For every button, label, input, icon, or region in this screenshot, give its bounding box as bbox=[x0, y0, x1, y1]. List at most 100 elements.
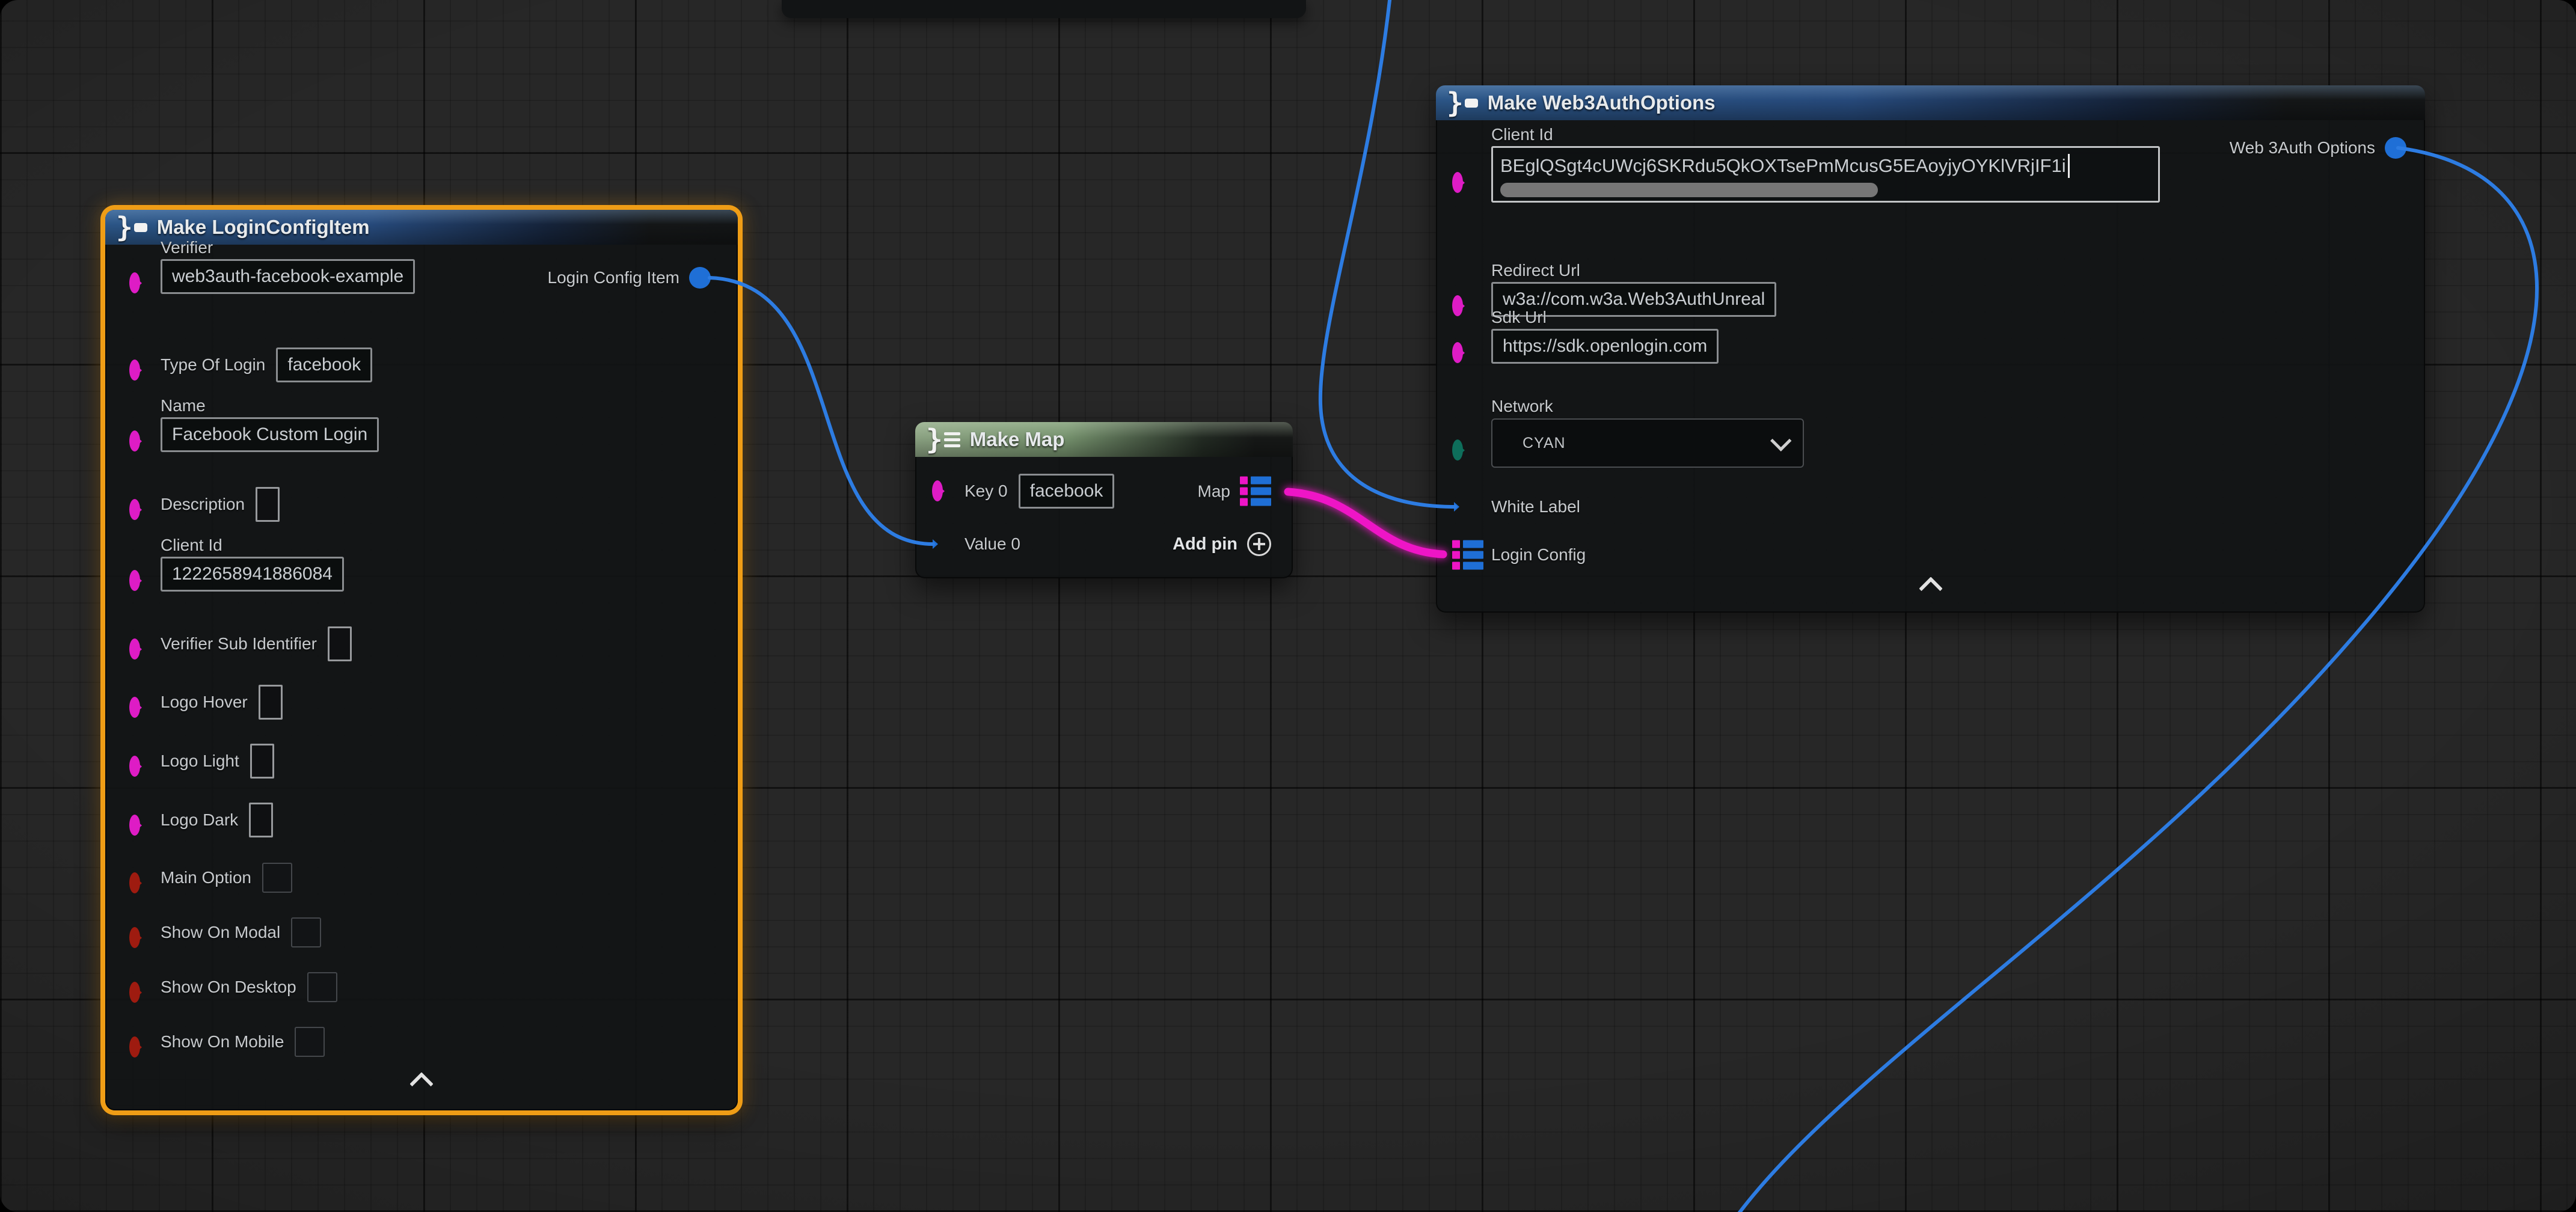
w3a-client-id-text: BEglQSgt4cUWcj6SKRdu5QkOXTsePmMcusG5EAoy… bbox=[1500, 153, 2066, 179]
chevron-down-icon bbox=[1770, 430, 1791, 451]
blueprint-canvas[interactable]: } Make LoginConfigItem Login Config Item… bbox=[0, 0, 2576, 1212]
logo-dark-pin[interactable] bbox=[129, 815, 140, 836]
show-on-desktop-pin[interactable] bbox=[129, 982, 140, 1003]
add-pin-label: Add pin bbox=[1173, 534, 1237, 554]
verifier-label: Verifier bbox=[161, 238, 213, 257]
logo-hover-input[interactable] bbox=[259, 685, 283, 720]
add-pin-plus-icon bbox=[1247, 532, 1271, 556]
web3auth-options-output-label: Web 3Auth Options bbox=[2230, 138, 2375, 158]
main-option-checkbox[interactable] bbox=[262, 863, 292, 893]
show-on-mobile-pin[interactable] bbox=[129, 1036, 140, 1057]
w3a-client-id-pin[interactable] bbox=[1452, 172, 1463, 193]
verifier-input[interactable]: web3auth-facebook-example bbox=[161, 259, 415, 294]
node-title: Make LoginConfigItem bbox=[157, 216, 370, 239]
verifier-sub-identifier-input[interactable] bbox=[328, 626, 352, 661]
make-struct-icon: } bbox=[1447, 89, 1478, 117]
logo-dark-label: Logo Dark bbox=[161, 810, 238, 830]
network-selected-value: CYAN bbox=[1523, 435, 1566, 452]
login-config-item-output-pin[interactable] bbox=[689, 267, 711, 289]
description-pin[interactable] bbox=[129, 499, 140, 520]
sdk-url-input[interactable]: https://sdk.openlogin.com bbox=[1491, 329, 1719, 364]
offscreen-node-edge bbox=[782, 0, 1306, 18]
white-label-label: White Label bbox=[1491, 497, 1580, 516]
name-label: Name bbox=[161, 396, 206, 415]
main-option-pin-tail bbox=[136, 878, 142, 888]
description-pin-tail bbox=[136, 505, 142, 515]
map-output-pin[interactable] bbox=[1240, 477, 1271, 506]
network-pin[interactable] bbox=[1452, 439, 1463, 461]
verifier-sub-identifier-label: Verifier Sub Identifier bbox=[161, 634, 317, 653]
client-id-label: Client Id bbox=[161, 536, 222, 555]
network-pin-tail bbox=[1459, 445, 1465, 455]
show-on-modal-pin[interactable] bbox=[129, 927, 140, 948]
node-header[interactable]: } Make Web3AuthOptions bbox=[1436, 85, 2425, 120]
sdk-url-pin-tail bbox=[1459, 348, 1465, 358]
collapse-node-button[interactable] bbox=[409, 1072, 434, 1096]
node-make-web3auth-options[interactable]: } Make Web3AuthOptions Web 3Auth Options… bbox=[1436, 85, 2425, 613]
network-dropdown[interactable]: CYAN bbox=[1491, 418, 1804, 468]
show-on-desktop-checkbox[interactable] bbox=[307, 972, 337, 1002]
main-option-label: Main Option bbox=[161, 868, 251, 887]
logo-light-input[interactable] bbox=[250, 744, 274, 779]
network-label: Network bbox=[1491, 397, 1553, 416]
client-id-pin-tail bbox=[136, 576, 142, 586]
show-on-modal-label: Show On Modal bbox=[161, 923, 280, 942]
logo-hover-pin[interactable] bbox=[129, 697, 140, 718]
key0-pin[interactable] bbox=[932, 480, 943, 501]
logo-dark-input[interactable] bbox=[249, 803, 273, 837]
show-on-mobile-pin-tail bbox=[136, 1042, 142, 1052]
sdk-url-label: Sdk Url bbox=[1491, 308, 1547, 327]
w3a-client-id-pin-tail bbox=[1459, 178, 1465, 188]
node-make-login-config-item[interactable]: } Make LoginConfigItem Login Config Item… bbox=[105, 210, 738, 1110]
type-of-login-pin[interactable] bbox=[129, 360, 140, 381]
show-on-desktop-label: Show On Desktop bbox=[161, 978, 296, 997]
logo-hover-pin-tail bbox=[136, 703, 142, 712]
logo-dark-pin-tail bbox=[136, 821, 142, 830]
w3a-client-id-label: Client Id bbox=[1491, 125, 1553, 144]
node-title: Make Web3AuthOptions bbox=[1488, 91, 1716, 114]
key0-pin-tail bbox=[939, 486, 945, 496]
w3a-client-id-scrollbar[interactable] bbox=[1500, 183, 2151, 197]
redirect-url-label: Redirect Url bbox=[1491, 261, 1580, 280]
name-pin-tail bbox=[136, 436, 142, 446]
name-input[interactable]: Facebook Custom Login bbox=[161, 417, 379, 452]
verifier-pin-tail bbox=[136, 278, 142, 288]
logo-hover-label: Logo Hover bbox=[161, 693, 248, 712]
description-label: Description bbox=[161, 495, 245, 514]
make-struct-icon: } bbox=[116, 213, 147, 241]
description-input[interactable] bbox=[256, 487, 280, 522]
logo-light-label: Logo Light bbox=[161, 751, 239, 771]
verifier-pin[interactable] bbox=[129, 272, 140, 293]
key0-label: Key 0 bbox=[964, 482, 1008, 501]
node-header[interactable]: } Make Map bbox=[915, 422, 1293, 457]
client-id-input[interactable]: 1222658941886084 bbox=[161, 557, 344, 592]
verifier-sub-identifier-pin[interactable] bbox=[129, 638, 140, 660]
show-on-modal-checkbox[interactable] bbox=[291, 917, 321, 947]
node-make-map[interactable]: } Make Map Key 0 facebook Map Value 0 Ad… bbox=[915, 422, 1293, 578]
redirect-url-pin-tail bbox=[1459, 301, 1465, 311]
type-of-login-input[interactable]: facebook bbox=[276, 347, 372, 382]
type-of-login-pin-tail bbox=[136, 366, 142, 375]
show-on-mobile-label: Show On Mobile bbox=[161, 1032, 284, 1051]
make-map-icon: } bbox=[926, 426, 960, 453]
verifier-sub-identifier-pin-tail bbox=[136, 644, 142, 654]
row-login-config-item-output: Login Config Item bbox=[548, 267, 711, 289]
redirect-url-pin[interactable] bbox=[1452, 295, 1463, 316]
client-id-pin[interactable] bbox=[129, 570, 140, 591]
login-config-pin[interactable] bbox=[1452, 540, 1483, 570]
name-pin[interactable] bbox=[129, 430, 140, 451]
show-on-modal-pin-tail bbox=[136, 933, 142, 943]
map-output-label: Map bbox=[1198, 482, 1230, 501]
add-pin-button[interactable]: Add pin bbox=[1173, 532, 1271, 556]
collapse-node-button[interactable] bbox=[1919, 577, 1943, 601]
scrollbar-thumb[interactable] bbox=[1500, 183, 1878, 197]
w3a-client-id-input[interactable]: BEglQSgt4cUWcj6SKRdu5QkOXTsePmMcusG5EAoy… bbox=[1491, 146, 2160, 203]
sdk-url-pin[interactable] bbox=[1452, 342, 1463, 363]
show-on-mobile-checkbox[interactable] bbox=[295, 1027, 325, 1057]
logo-light-pin[interactable] bbox=[129, 756, 140, 777]
node-title: Make Map bbox=[970, 428, 1065, 451]
main-option-pin[interactable] bbox=[129, 872, 140, 893]
row-web3auth-options-output: Web 3Auth Options bbox=[2230, 137, 2406, 159]
key0-input[interactable]: facebook bbox=[1019, 474, 1115, 509]
map-output-pin-icon[interactable] bbox=[1240, 477, 1271, 506]
